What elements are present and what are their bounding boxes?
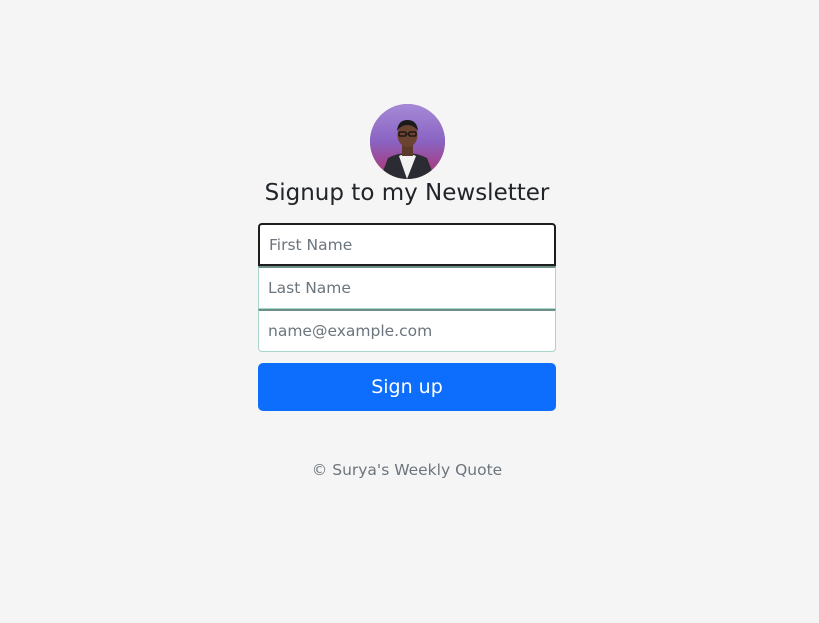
sign-up-button[interactable]: Sign up xyxy=(258,363,556,411)
first-name-input[interactable] xyxy=(258,223,556,266)
page: Signup to my Newsletter Sign up © Surya'… xyxy=(0,0,819,623)
last-name-input[interactable] xyxy=(258,266,556,309)
form-heading: Signup to my Newsletter xyxy=(264,180,550,206)
newsletter-signup-form: Signup to my Newsletter Sign up © Surya'… xyxy=(258,104,556,495)
profile-avatar xyxy=(369,104,445,179)
copyright-text: © Surya's Weekly Quote xyxy=(311,461,503,479)
email-input[interactable] xyxy=(258,309,556,352)
input-group xyxy=(258,223,556,352)
person-photo-icon xyxy=(369,104,445,179)
